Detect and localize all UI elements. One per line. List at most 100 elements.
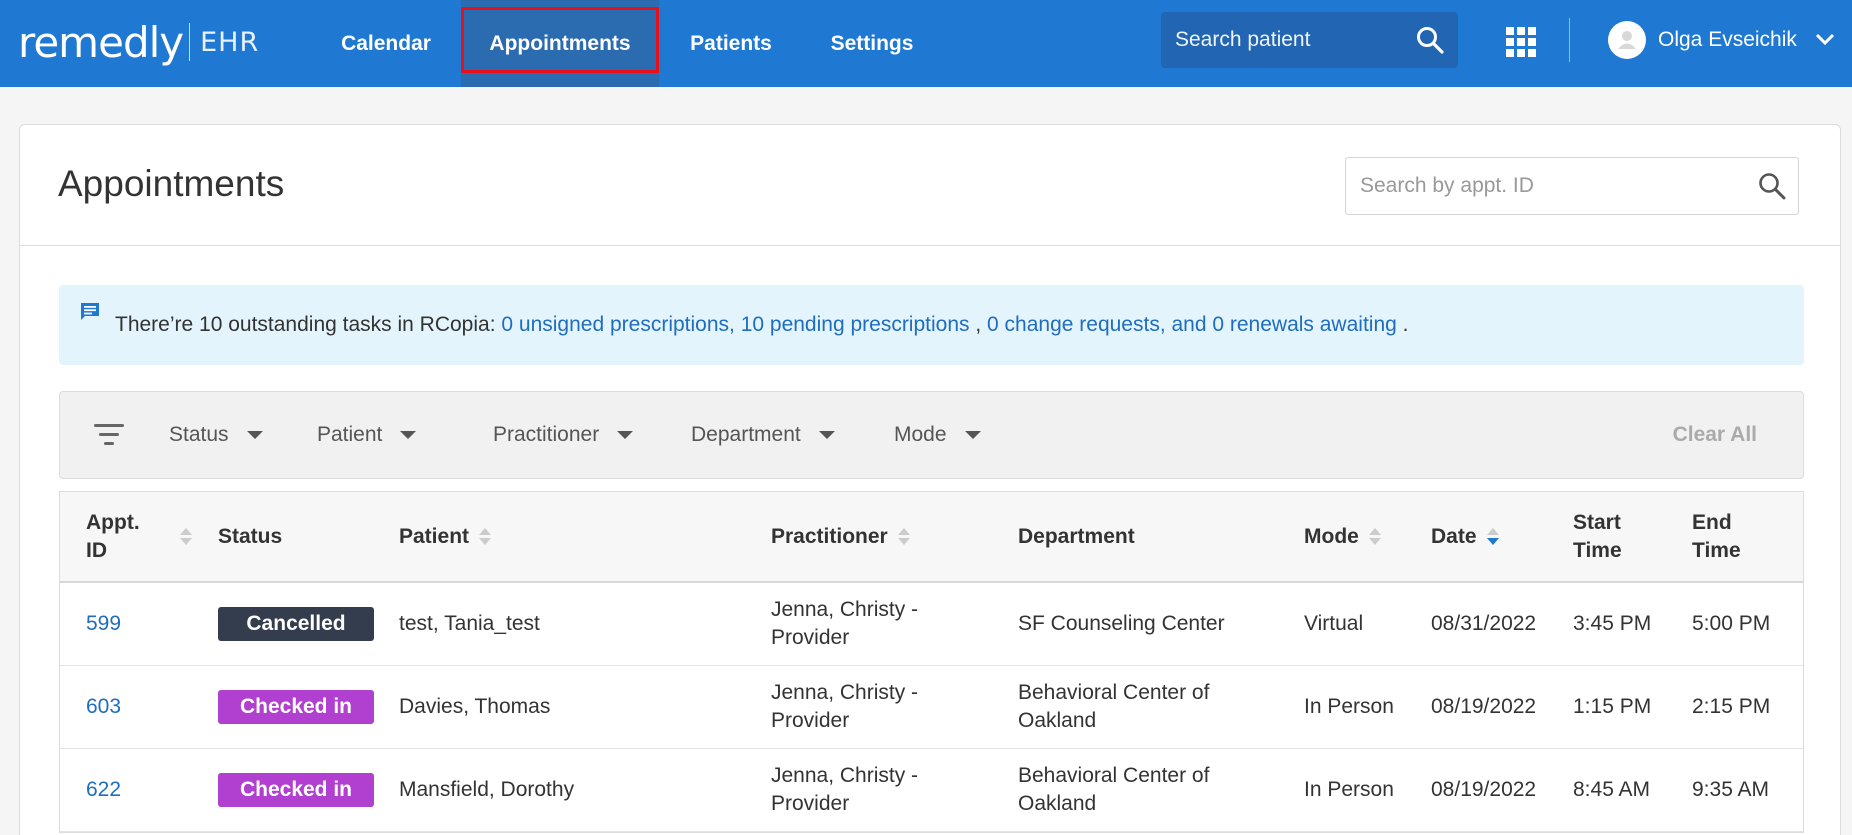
- nav-settings[interactable]: Settings: [803, 0, 941, 87]
- appt-id-search: [1345, 157, 1799, 215]
- practitioner-line1: Jenna, Christy -: [771, 598, 919, 621]
- department-line1: Behavioral Center of: [1018, 681, 1210, 704]
- department-line1: SF Counseling Center: [1018, 612, 1225, 635]
- date-cell: 08/31/2022: [1431, 612, 1537, 635]
- appt-id-search-input[interactable]: [1360, 174, 1740, 198]
- app-logo[interactable]: remedly EHR: [18, 14, 259, 70]
- status-cell: Checked in: [218, 666, 374, 748]
- sort-icon[interactable]: [1368, 528, 1381, 545]
- sort-icon[interactable]: [179, 528, 192, 545]
- col-practitioner-label: Practitioner: [771, 524, 888, 548]
- logo-sub-text: EHR: [200, 26, 260, 58]
- alert-suffix: .: [1396, 313, 1409, 336]
- nav-calendar[interactable]: Calendar: [312, 0, 460, 87]
- header-divider: [20, 245, 1840, 246]
- department-cell: Behavioral Center of Oakland: [1018, 749, 1209, 831]
- message-icon: [79, 301, 101, 329]
- patient-cell: Mansfield, Dorothy: [399, 778, 575, 801]
- sort-icon[interactable]: [479, 528, 492, 545]
- search-icon[interactable]: [1416, 26, 1444, 59]
- date-cell: 08/19/2022: [1431, 778, 1537, 801]
- filter-mode[interactable]: Mode: [894, 392, 981, 478]
- col-patient-label: Patient: [399, 524, 470, 548]
- filter-department[interactable]: Department: [691, 392, 835, 478]
- practitioner-line2: Provider: [771, 792, 850, 815]
- col-start-line2: Time: [1573, 538, 1622, 562]
- filter-icon[interactable]: [94, 424, 124, 448]
- col-date[interactable]: Date: [1431, 492, 1499, 581]
- start-time-cell: 1:15 PM: [1573, 695, 1652, 718]
- department-line2: Oakland: [1018, 709, 1097, 732]
- department-line2: Oakland: [1018, 792, 1097, 815]
- table-row[interactable]: 603 Checked in Davies, Thomas Jenna, Chr…: [60, 666, 1803, 749]
- col-end-line1: End: [1692, 510, 1732, 534]
- avatar: [1608, 21, 1646, 59]
- page-title: Appointments: [58, 163, 285, 204]
- sort-icon[interactable]: [897, 528, 910, 545]
- date-cell: 08/19/2022: [1431, 695, 1537, 718]
- filter-patient[interactable]: Patient: [317, 392, 417, 478]
- logo-main-text: remedly: [18, 17, 184, 67]
- user-menu[interactable]: Olga Evseichik: [1608, 20, 1835, 60]
- col-end-line2: Time: [1692, 538, 1741, 562]
- table-row[interactable]: 622 Checked in Mansfield, Dorothy Jenna,…: [60, 749, 1803, 832]
- mode-cell: In Person: [1304, 695, 1394, 718]
- practitioner-cell: Jenna, Christy - Provider: [771, 749, 918, 831]
- patient-cell: test, Tania_test: [399, 612, 540, 635]
- start-time-cell: 8:45 AM: [1573, 778, 1651, 801]
- nav-patients[interactable]: Patients: [660, 0, 802, 87]
- search-icon[interactable]: [1758, 172, 1786, 205]
- appt-id-link[interactable]: 599: [86, 583, 121, 665]
- status-badge: Cancelled: [218, 607, 374, 641]
- department-line1: Behavioral Center of: [1018, 764, 1210, 787]
- department-cell: Behavioral Center of Oakland: [1018, 666, 1209, 748]
- apps-grid-icon[interactable]: [1506, 27, 1536, 57]
- filter-mode-label: Mode: [894, 423, 947, 446]
- practitioner-cell: Jenna, Christy - Provider: [771, 666, 918, 748]
- col-start-time: Start Time: [1573, 492, 1622, 581]
- caret-down-icon: [617, 431, 634, 439]
- col-appt-id-line1: Appt.: [86, 510, 140, 534]
- caret-down-icon: [964, 431, 981, 439]
- appt-id-link[interactable]: 603: [86, 666, 121, 748]
- status-cell: Checked in: [218, 749, 374, 831]
- col-practitioner[interactable]: Practitioner: [771, 492, 910, 581]
- user-name: Olga Evseichik: [1658, 28, 1797, 51]
- practitioner-line1: Jenna, Christy -: [771, 764, 919, 787]
- practitioner-line2: Provider: [771, 709, 850, 732]
- status-cell: Cancelled: [218, 583, 374, 665]
- alert-text: There’re 10 outstanding tasks in RCopia:: [115, 313, 502, 336]
- table-header-row: Appt. ID Status Patient Practitioner Depa…: [60, 492, 1803, 583]
- col-mode[interactable]: Mode: [1304, 492, 1381, 581]
- filter-practitioner-label: Practitioner: [493, 423, 600, 446]
- alert-separator: ,: [969, 313, 988, 336]
- practitioner-line1: Jenna, Christy -: [771, 681, 919, 704]
- status-badge: Checked in: [218, 773, 374, 807]
- requests-renewals-link[interactable]: 0 change requests, and 0 renewals awaiti…: [987, 313, 1397, 337]
- sort-desc-icon[interactable]: [1486, 528, 1499, 545]
- caret-down-icon: [818, 431, 835, 439]
- filter-department-label: Department: [691, 423, 801, 446]
- clear-all-button[interactable]: Clear All: [1673, 392, 1757, 478]
- col-patient[interactable]: Patient: [399, 492, 492, 581]
- appt-id-link[interactable]: 622: [86, 749, 121, 831]
- patient-search: [1161, 12, 1458, 68]
- patient-cell: Davies, Thomas: [399, 695, 551, 718]
- patient-search-input[interactable]: [1175, 28, 1405, 52]
- mode-cell: Virtual: [1304, 612, 1364, 635]
- rcopia-alert: There’re 10 outstanding tasks in RCopia:…: [59, 285, 1804, 365]
- appointments-table: Appt. ID Status Patient Practitioner Depa…: [59, 491, 1804, 833]
- col-department: Department: [1018, 524, 1135, 548]
- col-mode-label: Mode: [1304, 524, 1359, 548]
- filter-status[interactable]: Status: [169, 392, 263, 478]
- col-appt-id[interactable]: Appt. ID: [86, 492, 192, 581]
- table-row[interactable]: 599 Cancelled test, Tania_test Jenna, Ch…: [60, 583, 1803, 666]
- practitioner-line2: Provider: [771, 626, 850, 649]
- filter-patient-label: Patient: [317, 423, 383, 446]
- caret-down-icon: [400, 431, 417, 439]
- filter-status-label: Status: [169, 423, 229, 446]
- nav-highlight-box: [461, 7, 659, 73]
- prescriptions-link[interactable]: 0 unsigned prescriptions, 10 pending pre…: [501, 313, 969, 337]
- filter-practitioner[interactable]: Practitioner: [493, 392, 634, 478]
- chevron-down-icon: [1815, 28, 1835, 52]
